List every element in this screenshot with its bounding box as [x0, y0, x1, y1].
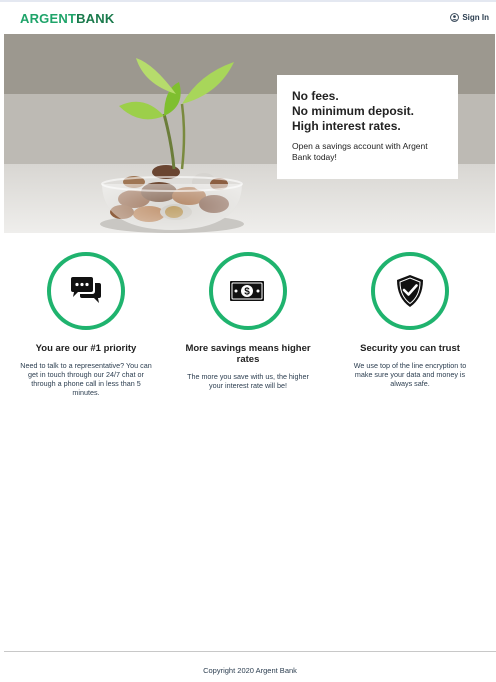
- feature-item-priority: You are our #1 priority Need to talk to …: [16, 252, 156, 397]
- user-circle-icon: [450, 13, 460, 22]
- feature-item-security: Security you can trust We use top of the…: [340, 252, 480, 397]
- shield-check-icon: [397, 275, 423, 307]
- logo-text-part2: BANK: [76, 11, 115, 26]
- hero-headline-line-1: No fees.: [292, 89, 339, 103]
- money-icon: $: [230, 281, 264, 301]
- feature-icon-circle: [371, 252, 449, 330]
- footer: Copyright 2020 Argent Bank: [4, 651, 496, 675]
- feature-icon-circle: [47, 252, 125, 330]
- feature-title: More savings means higher rates: [185, 343, 311, 365]
- main-nav: ARGENTBANK Sign In: [0, 2, 496, 34]
- feature-text: We use top of the line encryption to mak…: [353, 361, 467, 388]
- feature-title: Security you can trust: [360, 343, 460, 354]
- sign-in-label: Sign In: [462, 13, 489, 22]
- logo-text-part1: ARGENT: [20, 11, 77, 26]
- argent-bank-logo[interactable]: ARGENTBANK: [20, 11, 114, 27]
- feature-icon-circle: $: [209, 252, 287, 330]
- hero-subtext: Open a savings account with Argent Bank …: [292, 141, 428, 162]
- features-section: You are our #1 priority Need to talk to …: [0, 252, 496, 397]
- svg-text:$: $: [244, 287, 250, 298]
- feature-item-savings: $ More savings means higher rates The mo…: [178, 252, 318, 397]
- hero-headline-line-3: High interest rates.: [292, 119, 401, 133]
- feature-text: Need to talk to a representative? You ca…: [20, 361, 152, 397]
- feature-title: You are our #1 priority: [35, 343, 137, 354]
- sign-in-link[interactable]: Sign In: [450, 13, 489, 22]
- chat-icon: [71, 277, 101, 303]
- feature-text: The more you save with us, the higher yo…: [187, 372, 309, 390]
- hero-promo-card: No fees. No minimum deposit. High intere…: [277, 75, 458, 179]
- hero-banner: No fees. No minimum deposit. High intere…: [4, 34, 495, 233]
- hero-headline-line-2: No minimum deposit.: [292, 104, 415, 118]
- copyright-text: Copyright 2020 Argent Bank: [203, 666, 297, 675]
